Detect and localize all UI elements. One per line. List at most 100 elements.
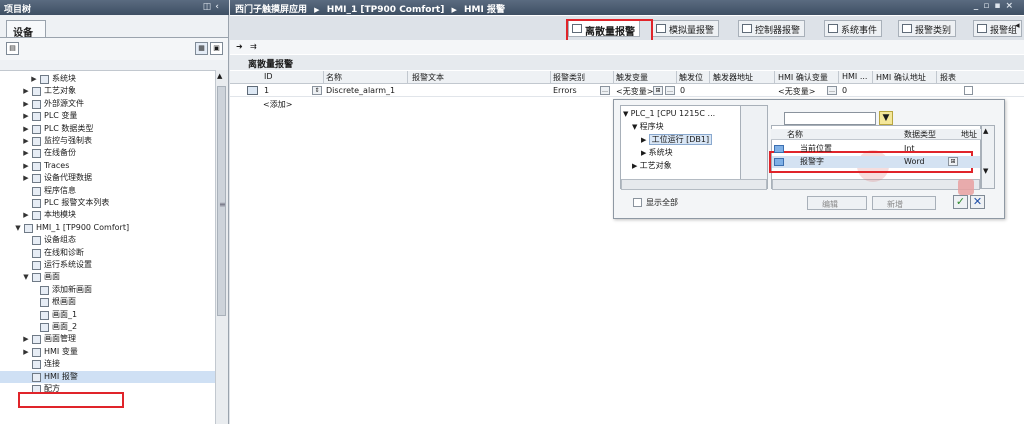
ack-tag-browse[interactable]: … xyxy=(827,86,837,95)
popup-list-row[interactable]: 当前位置 Int xyxy=(772,143,980,155)
popup-list-row[interactable]: 报警字 Word ⊞ xyxy=(772,156,980,168)
col-name[interactable]: 名称 xyxy=(326,72,342,83)
tree-item[interactable]: ▶ Traces xyxy=(0,160,215,172)
add-row[interactable]: <添加> xyxy=(263,99,292,110)
tab-system-events[interactable]: 系统事件 xyxy=(824,20,883,37)
window-controls[interactable]: _▫▪× xyxy=(974,1,1018,11)
cell-trigger-bit[interactable]: 0 xyxy=(680,86,685,95)
tree-item[interactable]: ▶ 外部源文件 xyxy=(0,98,215,110)
ok-button[interactable]: ✓ xyxy=(953,195,968,209)
popup-tree-item[interactable]: ▼ PLC_1 [CPU 1215C ... xyxy=(623,108,715,119)
popup-tree-item[interactable]: ▶ 工位运行 [DB1] xyxy=(641,134,713,145)
tab-controller-alarms[interactable]: 控制器报警 xyxy=(738,20,806,37)
cell-name[interactable]: Discrete_alarm_1 xyxy=(326,86,395,95)
col-alarm-text[interactable]: 报警文本 xyxy=(412,72,444,83)
popup-tree-scrollbar[interactable] xyxy=(740,105,768,189)
list-col-type[interactable]: 数据类型 xyxy=(904,129,936,140)
type-picker-button[interactable]: ⊞ xyxy=(948,157,958,166)
tree-item[interactable]: ▶ 画面管理 xyxy=(0,333,215,345)
panel-controls[interactable]: ◫‹ xyxy=(203,2,223,12)
edit-button[interactable]: 编辑 xyxy=(807,196,867,210)
collapse-icon[interactable]: ▼ xyxy=(14,222,22,234)
filter-icon[interactable]: ▼ xyxy=(879,111,893,125)
expand-icon[interactable]: ▶ xyxy=(22,123,30,135)
tree-item[interactable]: ▼ 画面 xyxy=(0,271,215,283)
cell-ack-bit[interactable]: 0 xyxy=(842,86,847,95)
expand-icon[interactable]: ▶ xyxy=(641,149,649,157)
list-col-address[interactable]: 地址 xyxy=(961,129,977,140)
tab-devices[interactable]: 设备 xyxy=(6,20,46,39)
col-id[interactable]: ID xyxy=(264,72,273,81)
col-alarm-class[interactable]: 报警类别 xyxy=(553,72,585,83)
table-row[interactable]: 1 ⇕ Discrete_alarm_1 Errors … <无变量> ⊞ … … xyxy=(230,85,1024,97)
tree-item[interactable]: 运行系统设置 xyxy=(0,259,215,271)
tree-item[interactable]: ▼ HMI_1 [TP900 Comfort] xyxy=(0,222,215,234)
expand-icon[interactable]: ▶ xyxy=(22,85,30,97)
tree-item[interactable]: 根画面 xyxy=(0,296,215,308)
tree-item[interactable]: 画面_1 xyxy=(0,309,215,321)
trigger-tag-picker[interactable]: ⊞ xyxy=(653,86,663,95)
tree-item[interactable]: ▶ 监控与强制表 xyxy=(0,135,215,147)
report-checkbox[interactable] xyxy=(964,86,973,95)
cancel-button[interactable]: ✕ xyxy=(970,195,985,209)
add-row-icon[interactable]: ⇉ xyxy=(250,42,257,51)
col-trigger-bit[interactable]: 触发位 xyxy=(679,72,703,83)
popup-filter-input[interactable] xyxy=(784,112,876,125)
list-col-name[interactable]: 名称 xyxy=(787,129,803,140)
expand-icon[interactable]: ▶ xyxy=(22,160,30,172)
cell-alarm-class[interactable]: Errors xyxy=(553,86,577,95)
tree-item[interactable]: ▶ PLC 数据类型 xyxy=(0,123,215,135)
view-icon[interactable]: ▦ xyxy=(195,42,208,55)
new-button[interactable]: 新增 xyxy=(872,196,936,210)
tree-item[interactable]: 程序信息 xyxy=(0,185,215,197)
col-ack-tag[interactable]: HMI 确认变量 xyxy=(778,72,828,83)
tree-item[interactable]: PLC 报警文本列表 xyxy=(0,197,215,209)
expand-icon[interactable]: ▶ xyxy=(632,162,640,170)
show-all-checkbox[interactable] xyxy=(633,198,642,207)
tree-item[interactable]: ▶ HMI 变量 xyxy=(0,346,215,358)
collapse-icon[interactable]: ▼ xyxy=(22,271,30,283)
overview-icon[interactable]: ▣ xyxy=(210,42,223,55)
popup-tree-item[interactable]: ▶ 工艺对象 xyxy=(632,160,672,171)
tree-item[interactable]: 画面_2 xyxy=(0,321,215,333)
insert-row-icon[interactable]: ➜ xyxy=(236,42,243,51)
tree-item[interactable]: ▶ PLC 变量 xyxy=(0,110,215,122)
expand-icon[interactable]: ▶ xyxy=(22,135,30,147)
tree-hscrollbar[interactable] xyxy=(621,179,767,190)
tree-item[interactable]: ▶ 设备代理数据 xyxy=(0,172,215,184)
col-ack-address[interactable]: HMI 确认地址 xyxy=(876,72,926,83)
expand-icon[interactable]: ▶ xyxy=(22,110,30,122)
expand-icon[interactable]: ▶ xyxy=(22,209,30,221)
expand-icon[interactable]: ▶ xyxy=(22,333,30,345)
list-scroll-down-icon[interactable]: ▼ xyxy=(983,167,988,175)
scroll-up-icon[interactable]: ▲ xyxy=(217,72,222,80)
collapse-icon[interactable]: ▼ xyxy=(632,123,640,131)
expand-icon[interactable]: ▶ xyxy=(641,136,649,144)
save-icon[interactable]: ▤ xyxy=(6,42,19,55)
expand-icon[interactable]: ▶ xyxy=(22,346,30,358)
expand-icon[interactable]: ▶ xyxy=(22,172,30,184)
tree-item[interactable]: 设备组态 xyxy=(0,234,215,246)
tab-analog-alarms[interactable]: 模拟量报警 xyxy=(652,20,720,37)
col-report[interactable]: 报表 xyxy=(940,72,956,83)
cell-ack-tag[interactable]: <无变量> xyxy=(778,86,815,97)
tree-item[interactable]: HMI 报警 xyxy=(0,370,215,383)
collapse-icon[interactable]: ▼ xyxy=(623,110,631,118)
tab-scroll-icon[interactable]: ◂ xyxy=(1015,21,1020,31)
tree-item[interactable]: 在线和诊断 xyxy=(0,247,215,259)
tree-item[interactable]: ▶ 本地模块 xyxy=(0,209,215,221)
tree-item[interactable]: ▶ 系统块 xyxy=(0,73,215,85)
tree-item[interactable]: 连接 xyxy=(0,358,215,370)
popup-tree-item[interactable]: ▶ 系统块 xyxy=(641,147,673,158)
col-trigger-tag[interactable]: 触发变量 xyxy=(616,72,648,83)
col-ack-bit[interactable]: HMI ... xyxy=(842,72,867,81)
tree-item[interactable]: 添加新画面 xyxy=(0,284,215,296)
breadcrumb-project[interactable]: 西门子触摸屏应用 xyxy=(235,5,307,15)
list-scroll-up-icon[interactable]: ▲ xyxy=(983,127,988,135)
expand-icon[interactable]: ▶ xyxy=(22,147,30,159)
cell-trigger-tag[interactable]: <无变量> xyxy=(616,86,653,97)
breadcrumb-editor[interactable]: HMI 报警 xyxy=(464,5,505,15)
trigger-tag-browse[interactable]: … xyxy=(665,86,675,95)
tree-item[interactable]: ▶ 工艺对象 xyxy=(0,85,215,97)
cell-id[interactable]: 1 xyxy=(264,86,269,95)
